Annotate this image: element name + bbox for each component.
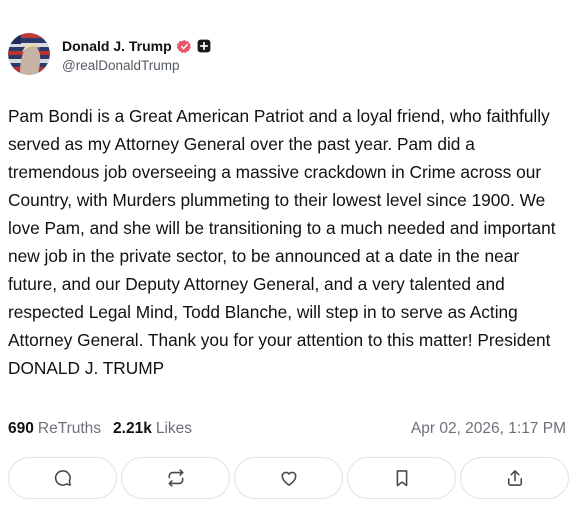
share-icon xyxy=(507,470,522,486)
retruths-stat[interactable]: 690 ReTruths xyxy=(8,420,101,438)
post-header: Donald J. Trump @realDonaldTrump xyxy=(8,33,211,75)
avatar[interactable] xyxy=(8,33,50,75)
share-button[interactable] xyxy=(460,457,569,499)
likes-stat[interactable]: 2.21k Likes xyxy=(113,420,192,438)
author-display-name[interactable]: Donald J. Trump xyxy=(62,38,172,54)
post-card: Donald J. Trump @realDonaldTrump Pam Bon… xyxy=(0,0,578,508)
reply-button[interactable] xyxy=(8,457,117,499)
reply-icon xyxy=(54,470,71,486)
author-handle[interactable]: @realDonaldTrump xyxy=(62,58,211,73)
bookmark-icon xyxy=(396,470,407,487)
verified-badge-icon xyxy=(176,39,191,53)
likes-label: Likes xyxy=(155,420,193,437)
bookmark-button[interactable] xyxy=(347,457,456,499)
action-bar xyxy=(8,457,569,499)
truth-plus-icon xyxy=(197,39,211,53)
author-block: Donald J. Trump @realDonaldTrump xyxy=(62,35,211,73)
like-button[interactable] xyxy=(234,457,343,499)
post-timestamp[interactable]: Apr 02, 2026, 1:17 PM xyxy=(411,420,566,438)
retruth-button[interactable] xyxy=(121,457,230,499)
retruths-label: ReTruths xyxy=(37,420,102,437)
retruths-count: 690 xyxy=(8,420,34,437)
post-stats: 690 ReTruths 2.21k Likes Apr 02, 2026, 1:1… xyxy=(8,420,566,438)
name-row: Donald J. Trump xyxy=(62,35,211,57)
retruth-icon xyxy=(168,469,183,487)
likes-count: 2.21k xyxy=(113,420,152,437)
post-body-text: Pam Bondi is a Great American Patriot an… xyxy=(8,106,556,378)
like-icon xyxy=(281,471,296,486)
